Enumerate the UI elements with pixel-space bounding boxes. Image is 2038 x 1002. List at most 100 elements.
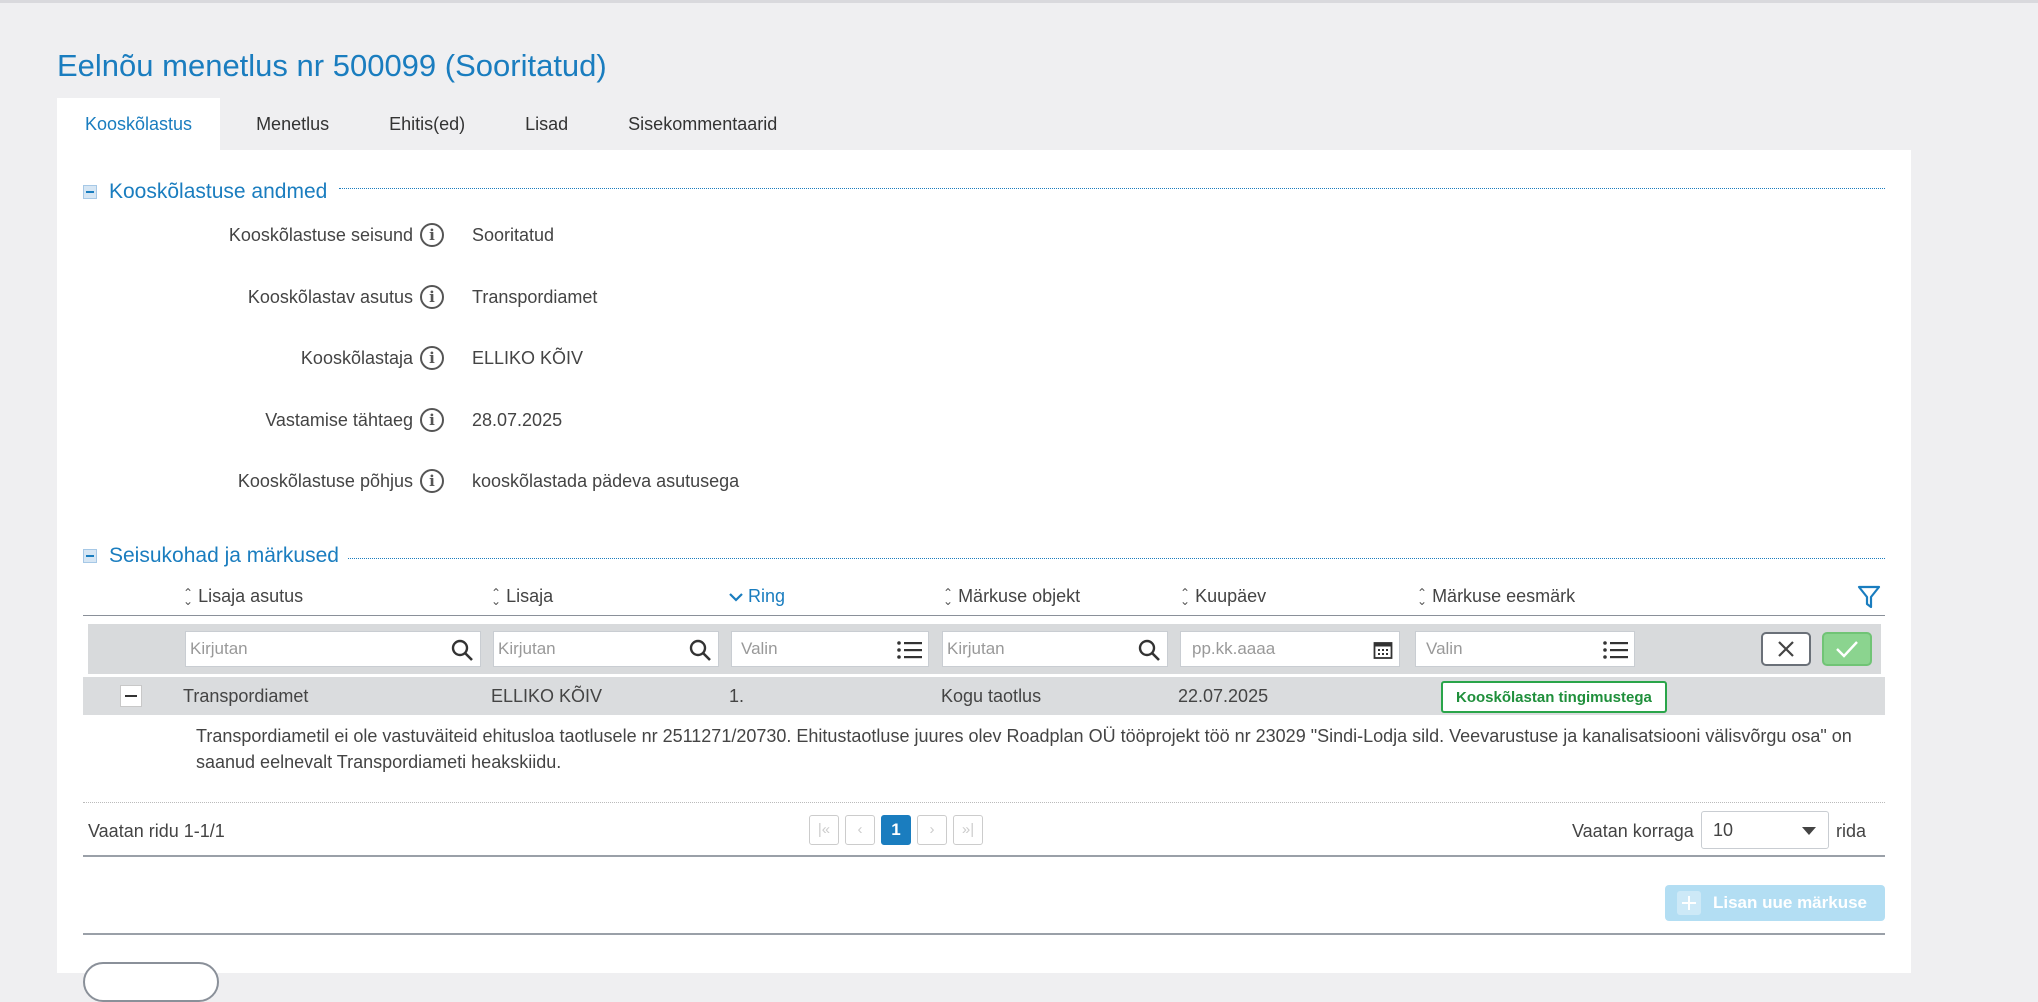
minus-icon <box>86 555 94 557</box>
list-icon <box>897 641 922 659</box>
column-label: Märkuse objekt <box>958 586 1081 606</box>
column-label: Ring <box>748 586 786 606</box>
field-value: Sooritatud <box>472 225 555 245</box>
table-row[interactable]: Transpordiamet ELLIKO KÕIV 1. Kogu taotl… <box>83 677 1885 715</box>
tab-sisekommentaarid[interactable]: Sisekommentaarid <box>600 98 805 150</box>
field-approver: Kooskõlastaja i ELLIKO KÕIV <box>57 343 957 373</box>
filter-date-input[interactable]: pp.kk.aaaa <box>1180 631 1400 667</box>
filter-object-input[interactable]: Kirjutan <box>942 631 1168 667</box>
table-header: ⌃ ⌄ Lisaja asutus ⌃ ⌄ Lisaja Ring ⌃ ⌄ Märku… <box>83 582 1885 616</box>
field-label: Vastamise tähtaeg <box>265 410 413 430</box>
top-border <box>0 0 2038 3</box>
column-header-purpose[interactable]: ⌃ ⌄ Märkuse eesmärk <box>1417 586 1575 607</box>
cell-institution: Transpordiamet <box>183 686 309 706</box>
info-icon[interactable]: i <box>420 223 444 247</box>
info-icon[interactable]: i <box>420 408 444 432</box>
filter-purpose-select[interactable]: Valin <box>1415 631 1635 667</box>
filter-round-select[interactable]: Valin <box>731 631 929 667</box>
filter-institution-input[interactable]: Kirjutan <box>185 631 481 667</box>
per-page-label: Vaatan korraga <box>1572 821 1694 841</box>
clear-filters-button[interactable] <box>1761 632 1811 666</box>
apply-filters-button[interactable] <box>1822 632 1872 666</box>
minus-icon <box>86 191 94 193</box>
field-label: Kooskõlastuse põhjus <box>237 471 413 491</box>
page-title: Eelnõu menetlus nr 500099 (Sooritatud) <box>57 48 607 83</box>
column-label: Lisaja asutus <box>198 586 304 606</box>
add-comment-button[interactable]: Lisan uue märkuse <box>1665 885 1885 921</box>
next-page-button[interactable]: › <box>917 815 947 845</box>
field-value: 28.07.2025 <box>472 410 563 430</box>
approval-section-title: Kooskõlastuse andmed <box>109 180 328 203</box>
cell-round: 1. <box>729 686 745 706</box>
field-label: Kooskõlastuse seisund <box>228 225 413 245</box>
search-icon <box>1138 639 1160 661</box>
sort-icon: ⌃ ⌄ <box>1180 585 1191 608</box>
checkmark-icon <box>1836 641 1858 658</box>
first-page-button[interactable]: |« <box>809 815 839 845</box>
tab-kooskolastus[interactable]: Kooskõlastus <box>57 98 221 150</box>
field-reason: Kooskõlastuse põhjus i kooskõlastada päd… <box>57 466 957 496</box>
column-header-round[interactable]: Ring <box>728 586 785 607</box>
cell-author: ELLIKO KÕIV <box>491 686 603 706</box>
column-label: Lisaja <box>506 586 554 606</box>
pagination: |« ‹ 1 › »| <box>809 815 983 845</box>
placeholder-text: Valin <box>741 639 778 658</box>
pagination-info: Vaatan ridu 1-1/1 <box>88 821 225 841</box>
placeholder-text: Kirjutan <box>947 639 1005 658</box>
info-icon[interactable]: i <box>420 285 444 309</box>
approval-section-header: Kooskõlastuse andmed <box>83 179 327 205</box>
last-page-button[interactable]: »| <box>953 815 983 845</box>
filter-icon[interactable] <box>1857 584 1881 610</box>
footer-button[interactable] <box>83 962 219 1002</box>
field-value: kooskõlastada pädeva asutusega <box>472 471 740 491</box>
tab-bar: Kooskõlastus Menetlus Ehitis(ed) Lisad S… <box>57 98 805 150</box>
comments-section-collapse-button[interactable] <box>83 549 97 563</box>
collapse-row-button[interactable] <box>120 685 142 707</box>
sort-icon: ⌃ ⌄ <box>491 585 502 608</box>
per-page-value: 10 <box>1713 820 1734 840</box>
placeholder-text: Valin <box>1426 639 1463 658</box>
section-bottom-border <box>83 933 1885 935</box>
table-bottom-border <box>83 855 1885 857</box>
sort-icon: ⌃ ⌄ <box>183 585 194 608</box>
rows-suffix: rida <box>1836 821 1867 841</box>
field-status: Kooskõlastuse seisund i Sooritatud <box>57 220 957 250</box>
add-comment-label: Lisan uue märkuse <box>1713 893 1868 912</box>
placeholder-text: pp.kk.aaaa <box>1192 639 1276 658</box>
filter-author-input[interactable]: Kirjutan <box>493 631 719 667</box>
sort-icon: ⌃ ⌄ <box>1417 585 1428 608</box>
column-header-institution[interactable]: ⌃ ⌄ Lisaja asutus <box>183 586 303 607</box>
calendar-icon <box>1373 642 1393 659</box>
prev-page-button[interactable]: ‹ <box>845 815 875 845</box>
placeholder-text: Kirjutan <box>190 639 248 658</box>
approval-section-collapse-button[interactable] <box>83 185 97 199</box>
cell-object: Kogu taotlus <box>941 686 1042 706</box>
info-icon[interactable]: i <box>420 469 444 493</box>
plus-icon <box>1677 891 1701 915</box>
row-divider <box>83 802 1885 803</box>
placeholder-text: Kirjutan <box>498 639 556 658</box>
column-header-author[interactable]: ⌃ ⌄ Lisaja <box>491 586 553 607</box>
chevron-down-icon <box>1802 827 1816 835</box>
tab-lisad[interactable]: Lisad <box>497 98 596 150</box>
column-header-date[interactable]: ⌃ ⌄ Kuupäev <box>1180 586 1266 607</box>
main-panel: Kooskõlastuse andmed Kooskõlastuse seisu… <box>57 150 1911 1002</box>
section-divider <box>339 188 1885 189</box>
field-deadline: Vastamise tähtaeg i 28.07.2025 <box>57 405 957 435</box>
list-icon <box>1603 641 1628 659</box>
column-label: Kuupäev <box>1195 586 1267 606</box>
tab-menetlus[interactable]: Menetlus <box>228 98 357 150</box>
info-icon[interactable]: i <box>420 346 444 370</box>
per-page-select[interactable]: 10 <box>1701 811 1829 849</box>
minus-icon <box>125 695 137 697</box>
sort-icon: ⌃ ⌄ <box>943 585 954 608</box>
cell-date: 22.07.2025 <box>1178 686 1269 706</box>
field-value: Transpordiamet <box>472 287 598 307</box>
filter-row: Kirjutan Kirjutan Valin Kirjutan pp.kk.a… <box>88 624 1881 674</box>
column-header-object[interactable]: ⌃ ⌄ Märkuse objekt <box>943 586 1080 607</box>
status-badge: Kooskõlastan tingimustega <box>1441 681 1667 713</box>
page-button-current[interactable]: 1 <box>881 815 911 845</box>
comments-section-title: Seisukohad ja märkused <box>109 544 339 567</box>
tab-ehitised[interactable]: Ehitis(ed) <box>361 98 493 150</box>
field-label: Kooskõlastav asutus <box>247 287 413 307</box>
